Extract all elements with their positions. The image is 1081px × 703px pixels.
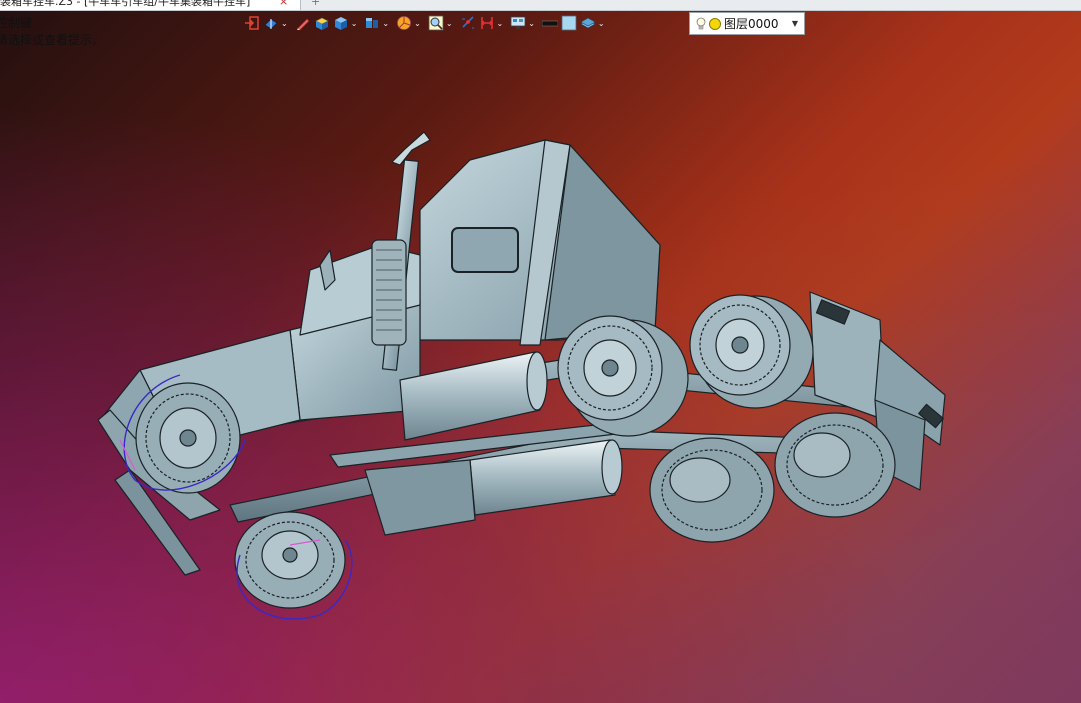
chevron-down-icon[interactable]: ⌄ — [446, 19, 453, 28]
zoom-button[interactable]: ⌄ — [428, 13, 457, 33]
display-button[interactable]: ⌄ — [510, 13, 539, 33]
pen-icon — [296, 18, 310, 31]
chevron-down-icon[interactable]: ⌄ — [598, 19, 605, 28]
line-style-button[interactable] — [541, 13, 558, 33]
document-tab-title: 装箱车挂车.Z3 - [牛车车引车组/牛车集装箱牛挂车] — [0, 0, 251, 8]
quick-toolbar: ⌄ ⌄ ⌄ ⌄ ⌄ ⌄ ⌄ ⌄ — [244, 12, 684, 34]
sketch-button[interactable] — [295, 13, 311, 33]
wheel-drive-1-bottom — [649, 437, 775, 543]
cube-button[interactable]: ⌄ — [333, 13, 362, 33]
layer-stack-icon — [580, 17, 596, 29]
pie-icon — [397, 16, 412, 30]
layer-color-dot — [709, 17, 721, 30]
zoom-icon — [428, 15, 444, 31]
wheel-drive-1-top — [557, 315, 689, 437]
view-orient-icon — [264, 18, 278, 30]
chevron-down-icon[interactable]: ⌄ — [528, 19, 535, 28]
lightbulb-icon[interactable] — [696, 17, 706, 31]
chevron-down-icon[interactable]: ⌄ — [382, 19, 389, 28]
solid-box-button[interactable] — [314, 13, 330, 33]
layer-select[interactable]: 图层0000 ▼ — [689, 12, 805, 35]
chevron-down-icon[interactable]: ⌄ — [281, 19, 288, 28]
wheel-front-right — [234, 511, 346, 609]
cube-blue-icon — [334, 17, 347, 30]
prompt-line-2: 请选择或查看提示。 — [0, 33, 105, 47]
color-button[interactable] — [561, 13, 577, 33]
display-icon — [510, 16, 526, 29]
document-tab[interactable]: 装箱车挂车.Z3 - [牛车车引车组/牛车集装箱牛挂车] × — [0, 0, 301, 10]
dimension-icon — [480, 17, 493, 29]
layer-select-value: 图层0000 — [724, 17, 779, 31]
color-swatch-icon — [561, 15, 577, 31]
snap-icon — [461, 16, 474, 29]
truck-model[interactable] — [97, 131, 946, 620]
document-tab-strip: 装箱车挂车.Z3 - [牛车车引车组/牛车集装箱牛挂车] × + — [0, 0, 1081, 11]
chevron-down-icon[interactable]: ⌄ — [497, 19, 504, 28]
chevron-down-icon[interactable]: ▼ — [792, 19, 798, 28]
exit-button[interactable] — [244, 13, 260, 33]
snap-button[interactable] — [460, 13, 476, 33]
close-icon[interactable]: × — [279, 0, 288, 9]
app-window: 装箱车挂车.Z3 - [牛车车引车组/牛车集装箱牛挂车] × + 控制键 请选择… — [0, 0, 1081, 703]
new-tab-icon[interactable]: + — [311, 0, 320, 8]
3d-viewport[interactable] — [0, 0, 1081, 703]
wheel-drive-2-bottom — [774, 412, 896, 518]
box-yellow-icon — [315, 17, 329, 30]
exit-icon — [245, 16, 259, 30]
prompt-line-1: 控制键 — [0, 16, 33, 30]
chevron-down-icon[interactable]: ⌄ — [351, 19, 358, 28]
chevron-down-icon[interactable]: ⌄ — [414, 19, 421, 28]
layer-stack-button[interactable]: ⌄ — [580, 13, 609, 33]
render-button[interactable]: ⌄ — [396, 13, 425, 33]
cube-split-icon — [366, 18, 379, 28]
line-black-icon — [541, 20, 558, 27]
sleeper-cab — [419, 139, 661, 346]
dimension-button[interactable]: ⌄ — [479, 13, 508, 33]
wheel-front-left — [135, 382, 241, 494]
split-button[interactable]: ⌄ — [364, 13, 393, 33]
view-orient-button[interactable]: ⌄ — [263, 13, 292, 33]
